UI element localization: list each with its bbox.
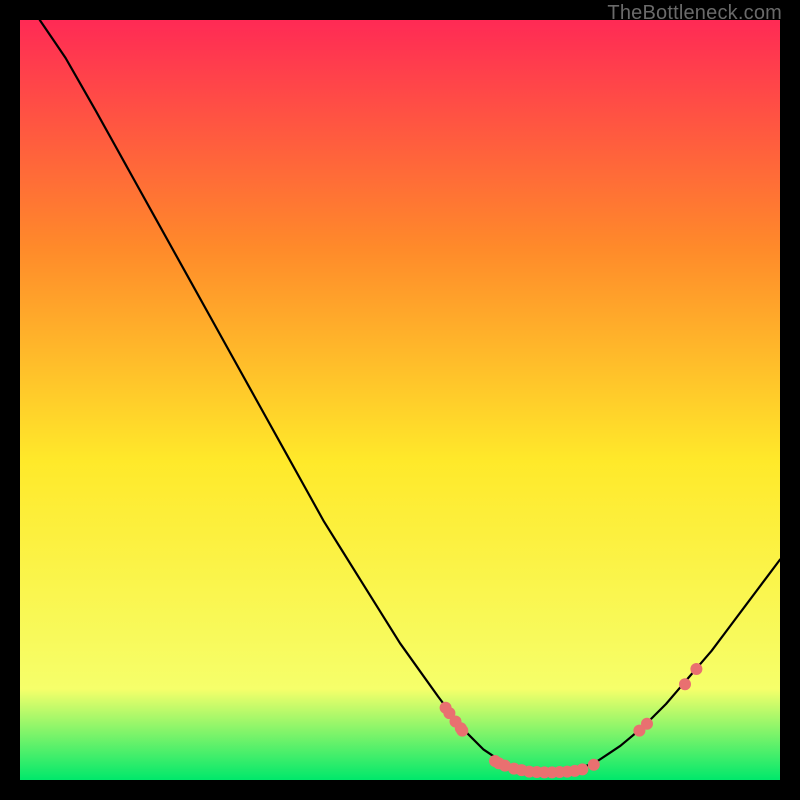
data-point [576,763,588,775]
chart-background [20,20,780,780]
data-point [456,725,468,737]
data-point [588,759,600,771]
bottleneck-chart [20,20,780,780]
data-point [641,718,653,730]
data-point [690,663,702,675]
data-point [679,678,691,690]
